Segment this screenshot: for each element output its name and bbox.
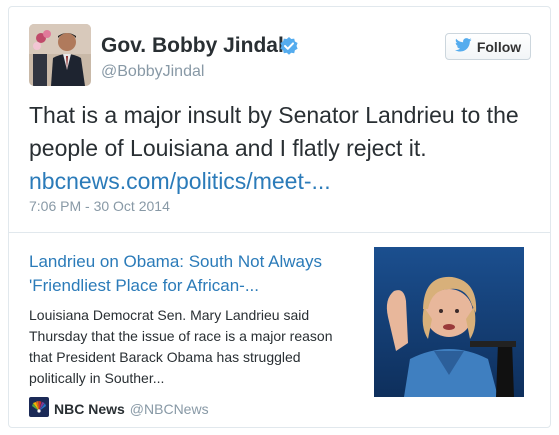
link-card-source[interactable]: NBC News @NBCNews [29, 397, 209, 420]
link-card-image[interactable] [374, 247, 524, 397]
article-photo [374, 247, 524, 397]
avatar-photo [29, 24, 91, 86]
tweet-timestamp[interactable]: 7:06 PM - 30 Oct 2014 [29, 198, 170, 214]
link-card-description: Louisiana Democrat Sen. Mary Landrieu sa… [29, 307, 333, 386]
follow-label: Follow [476, 38, 522, 55]
tweet-body: That is a major insult by Senator Landri… [29, 102, 519, 161]
link-card-source-handle: @NBCNews [129, 400, 209, 417]
verified-badge-icon [279, 36, 299, 56]
tweet-text: That is a major insult by Senator Landri… [29, 99, 529, 198]
tweet-link[interactable]: nbcnews.com/politics/meet-... [29, 168, 331, 194]
follow-button[interactable]: Follow [445, 33, 531, 60]
link-card-source-name: NBC News [54, 400, 125, 417]
tweet-card: Gov. Bobby Jindal @BobbyJindal Follow Th… [8, 6, 551, 428]
twitter-bird-icon [454, 38, 472, 55]
link-card-title[interactable]: Landrieu on Obama: South Not Always 'Fri… [29, 250, 359, 298]
divider [9, 232, 550, 233]
author-name[interactable]: Gov. Bobby Jindal [101, 34, 284, 58]
author-handle[interactable]: @BobbyJindal [101, 63, 204, 81]
author-avatar[interactable] [29, 24, 91, 86]
nbc-peacock-icon [29, 397, 49, 420]
